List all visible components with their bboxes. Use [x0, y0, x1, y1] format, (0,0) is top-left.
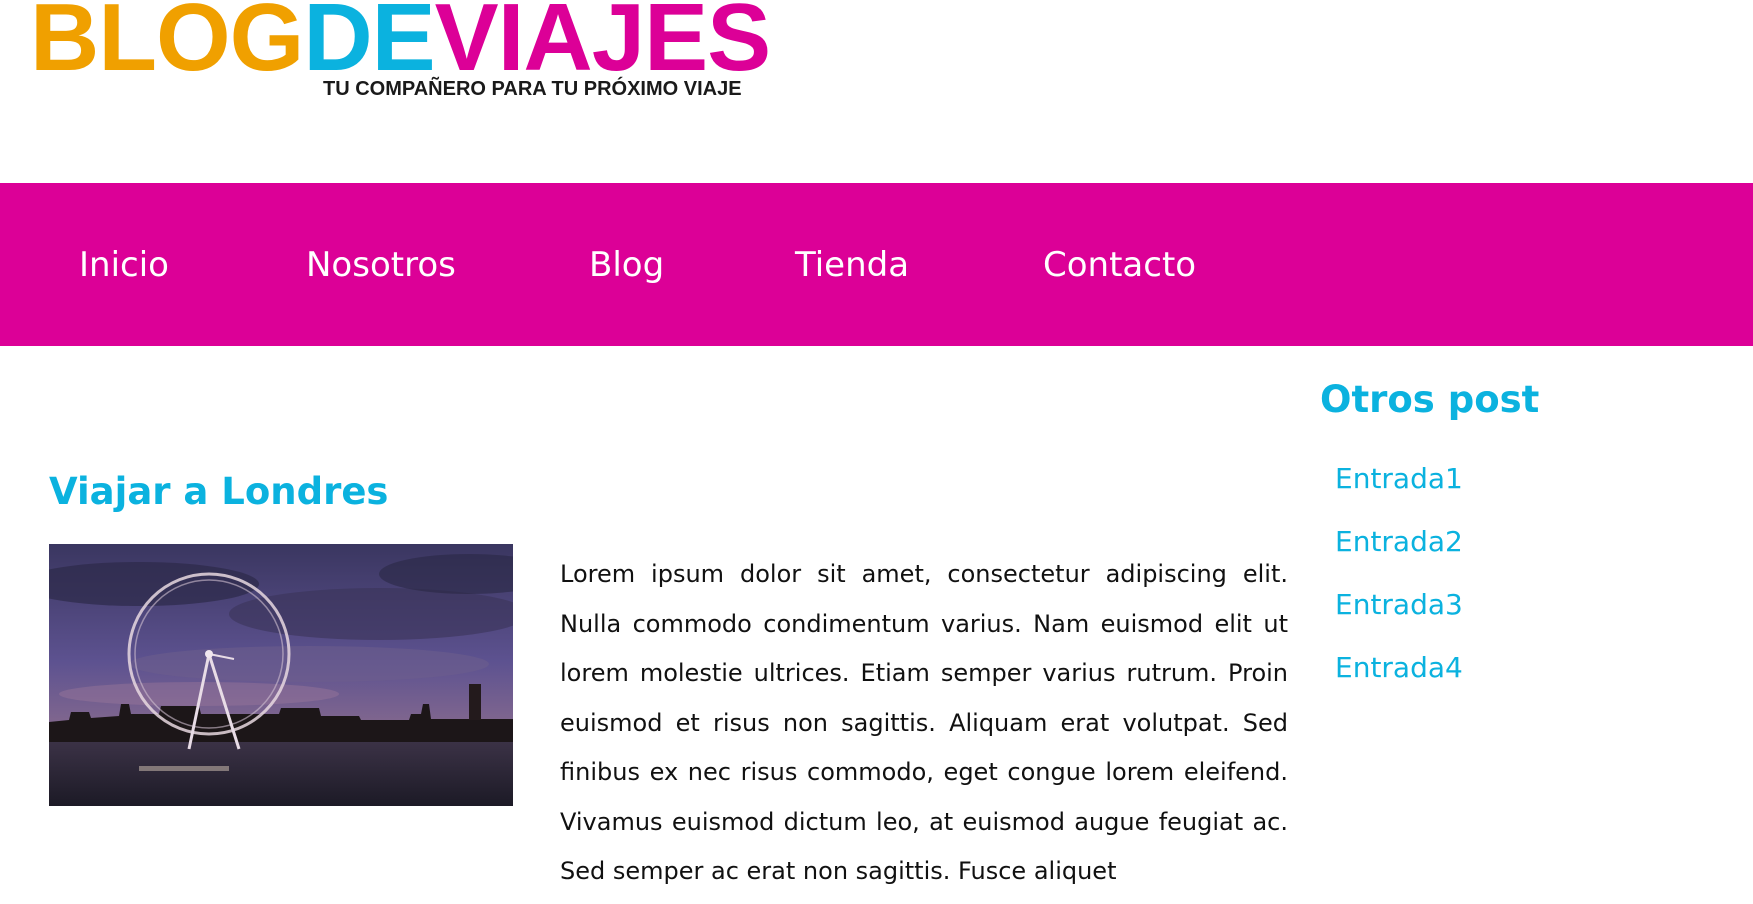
list-item: Entrada4: [1335, 651, 1463, 714]
nav-item-nosotros[interactable]: Nosotros: [306, 245, 456, 285]
main-nav: Inicio Nosotros Blog Tienda Contacto: [0, 183, 1753, 346]
list-item: Entrada1: [1335, 462, 1463, 525]
sidebar-link-entrada4[interactable]: Entrada4: [1335, 651, 1463, 684]
sidebar-post-list: Entrada1 Entrada2 Entrada3 Entrada4: [1335, 462, 1463, 714]
list-item: Entrada3: [1335, 588, 1463, 651]
sidebar-title: Otros post: [1320, 378, 1540, 421]
list-item: Entrada2: [1335, 525, 1463, 588]
logo-word-blog: BLOG: [30, 0, 304, 91]
sidebar-link-entrada3[interactable]: Entrada3: [1335, 588, 1463, 621]
nav-item-inicio[interactable]: Inicio: [79, 245, 169, 285]
post-body: Lorem ipsum dolor sit amet, consectetur …: [560, 560, 1288, 885]
london-eye-image: [49, 544, 513, 806]
site-logo[interactable]: BLOGDEVIAJES TU COMPAÑERO PARA TU PRÓXIM…: [30, 0, 790, 110]
nav-item-blog[interactable]: Blog: [589, 245, 664, 285]
logo-tagline: TU COMPAÑERO PARA TU PRÓXIMO VIAJE: [323, 78, 742, 100]
sidebar-link-entrada2[interactable]: Entrada2: [1335, 525, 1463, 558]
nav-item-contacto[interactable]: Contacto: [1043, 245, 1196, 285]
nav-item-tienda[interactable]: Tienda: [795, 245, 909, 285]
sidebar-link-entrada1[interactable]: Entrada1: [1335, 462, 1463, 495]
logo-wordmark: BLOGDEVIAJES: [30, 0, 771, 86]
post-title: Viajar a Londres: [49, 470, 389, 513]
